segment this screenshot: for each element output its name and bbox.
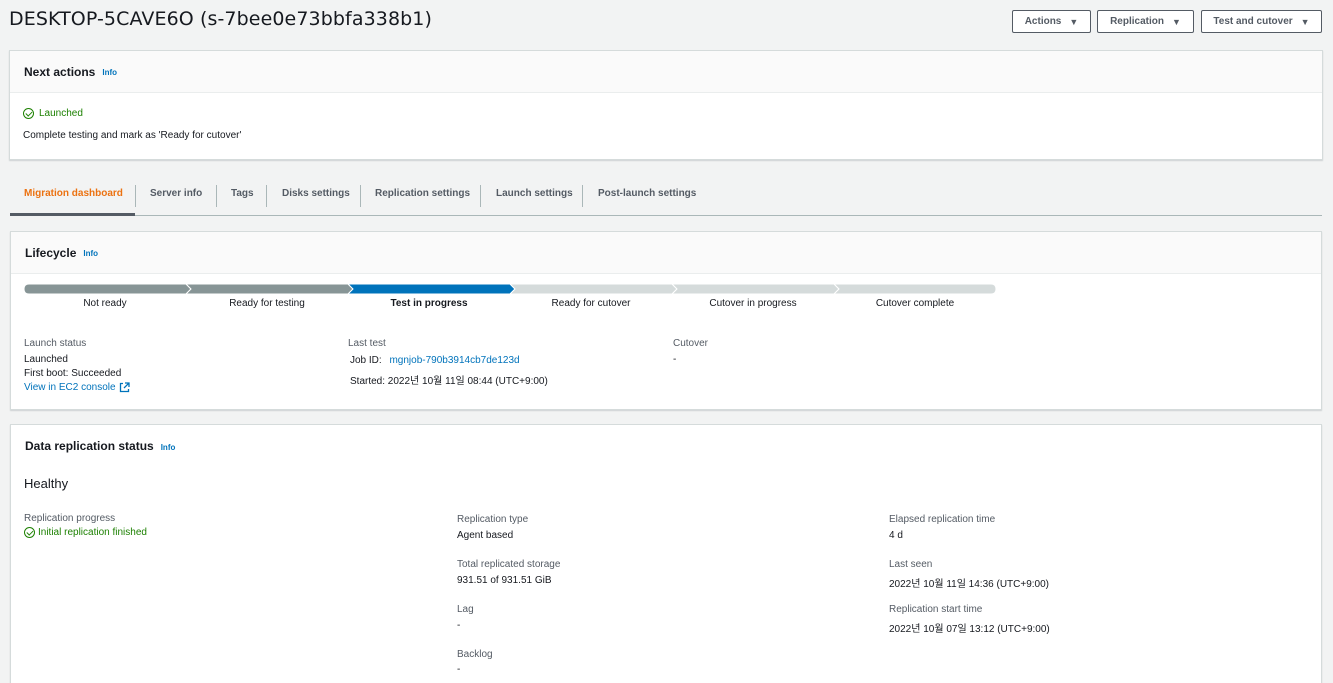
- total-storage-label: Total replicated storage: [457, 559, 561, 570]
- lifecycle-stage-segment: [346, 283, 516, 295]
- last-test-started: Started: 2022년 10월 11일 08:44 (UTC+9:00): [350, 376, 548, 387]
- stage-test-in-progress-label: Test in progress: [390, 298, 468, 309]
- first-boot-status: First boot: Succeeded: [24, 368, 122, 379]
- replication-start-label: Replication start time: [889, 604, 983, 615]
- lag-label: Lag: [457, 604, 474, 615]
- stage-ready-for-testing-label: Ready for testing: [229, 298, 305, 309]
- lifecycle-stage-segment: [832, 283, 997, 295]
- replication-type-value: Agent based: [457, 530, 514, 541]
- elapsed-time-value: 4 d: [889, 530, 903, 541]
- launch-status-label: Launch status: [24, 338, 87, 349]
- replication-health: Healthy: [24, 476, 69, 491]
- lifecycle-stage-segment: [23, 283, 192, 295]
- data-replication-header: Data replication status Info: [11, 425, 1321, 467]
- view-ec2-console-link[interactable]: View in EC2 console: [24, 382, 130, 393]
- job-id-link[interactable]: mgnjob-790b3914cb7de123d: [389, 355, 519, 366]
- total-storage-value: 931.51 of 931.51 GiB: [457, 575, 552, 586]
- stage-cutover-in-progress-label: Cutover in progress: [709, 298, 797, 309]
- stage-cutover-complete-label: Cutover complete: [875, 298, 955, 309]
- job-id-row: Job ID: mgnjob-790b3914cb7de123d: [350, 355, 520, 366]
- lag-value: -: [457, 620, 461, 631]
- job-id-label: Job ID:: [350, 355, 382, 366]
- external-link-icon: [119, 382, 130, 393]
- last-seen-label: Last seen: [889, 559, 933, 570]
- elapsed-time-label: Elapsed replication time: [889, 514, 996, 525]
- cutover-label: Cutover: [673, 338, 709, 349]
- launch-status-value: Launched: [24, 354, 68, 365]
- last-seen-value: 2022년 10월 11일 14:36 (UTC+9:00): [889, 579, 1050, 590]
- data-replication-panel: Data replication status Info: [10, 424, 1322, 683]
- stage-ready-for-cutover-label: Ready for cutover: [551, 298, 631, 309]
- lifecycle-stage-segment: [184, 283, 354, 295]
- replication-start-value: 2022년 10월 07일 13:12 (UTC+9:00): [889, 624, 1050, 635]
- stage-not-ready-label: Not ready: [83, 298, 127, 309]
- check-circle-icon: [24, 527, 35, 538]
- replication-progress-label: Replication progress: [24, 513, 116, 524]
- backlog-label: Backlog: [457, 649, 493, 660]
- data-replication-info-link[interactable]: Info: [161, 443, 176, 452]
- replication-type-label: Replication type: [457, 514, 529, 525]
- replication-progress-status: Initial replication finished: [24, 527, 147, 538]
- backlog-value: -: [457, 664, 461, 675]
- cutover-value: -: [673, 354, 677, 365]
- replication-progress-value: Initial replication finished: [38, 527, 147, 538]
- lifecycle-progress-bar: [23, 283, 997, 295]
- lifecycle-stage-segment: [508, 283, 678, 295]
- view-ec2-console-text: View in EC2 console: [24, 382, 116, 393]
- last-test-label: Last test: [348, 338, 386, 349]
- data-replication-title: Data replication status: [25, 439, 154, 453]
- lifecycle-stage-segment: [670, 283, 840, 295]
